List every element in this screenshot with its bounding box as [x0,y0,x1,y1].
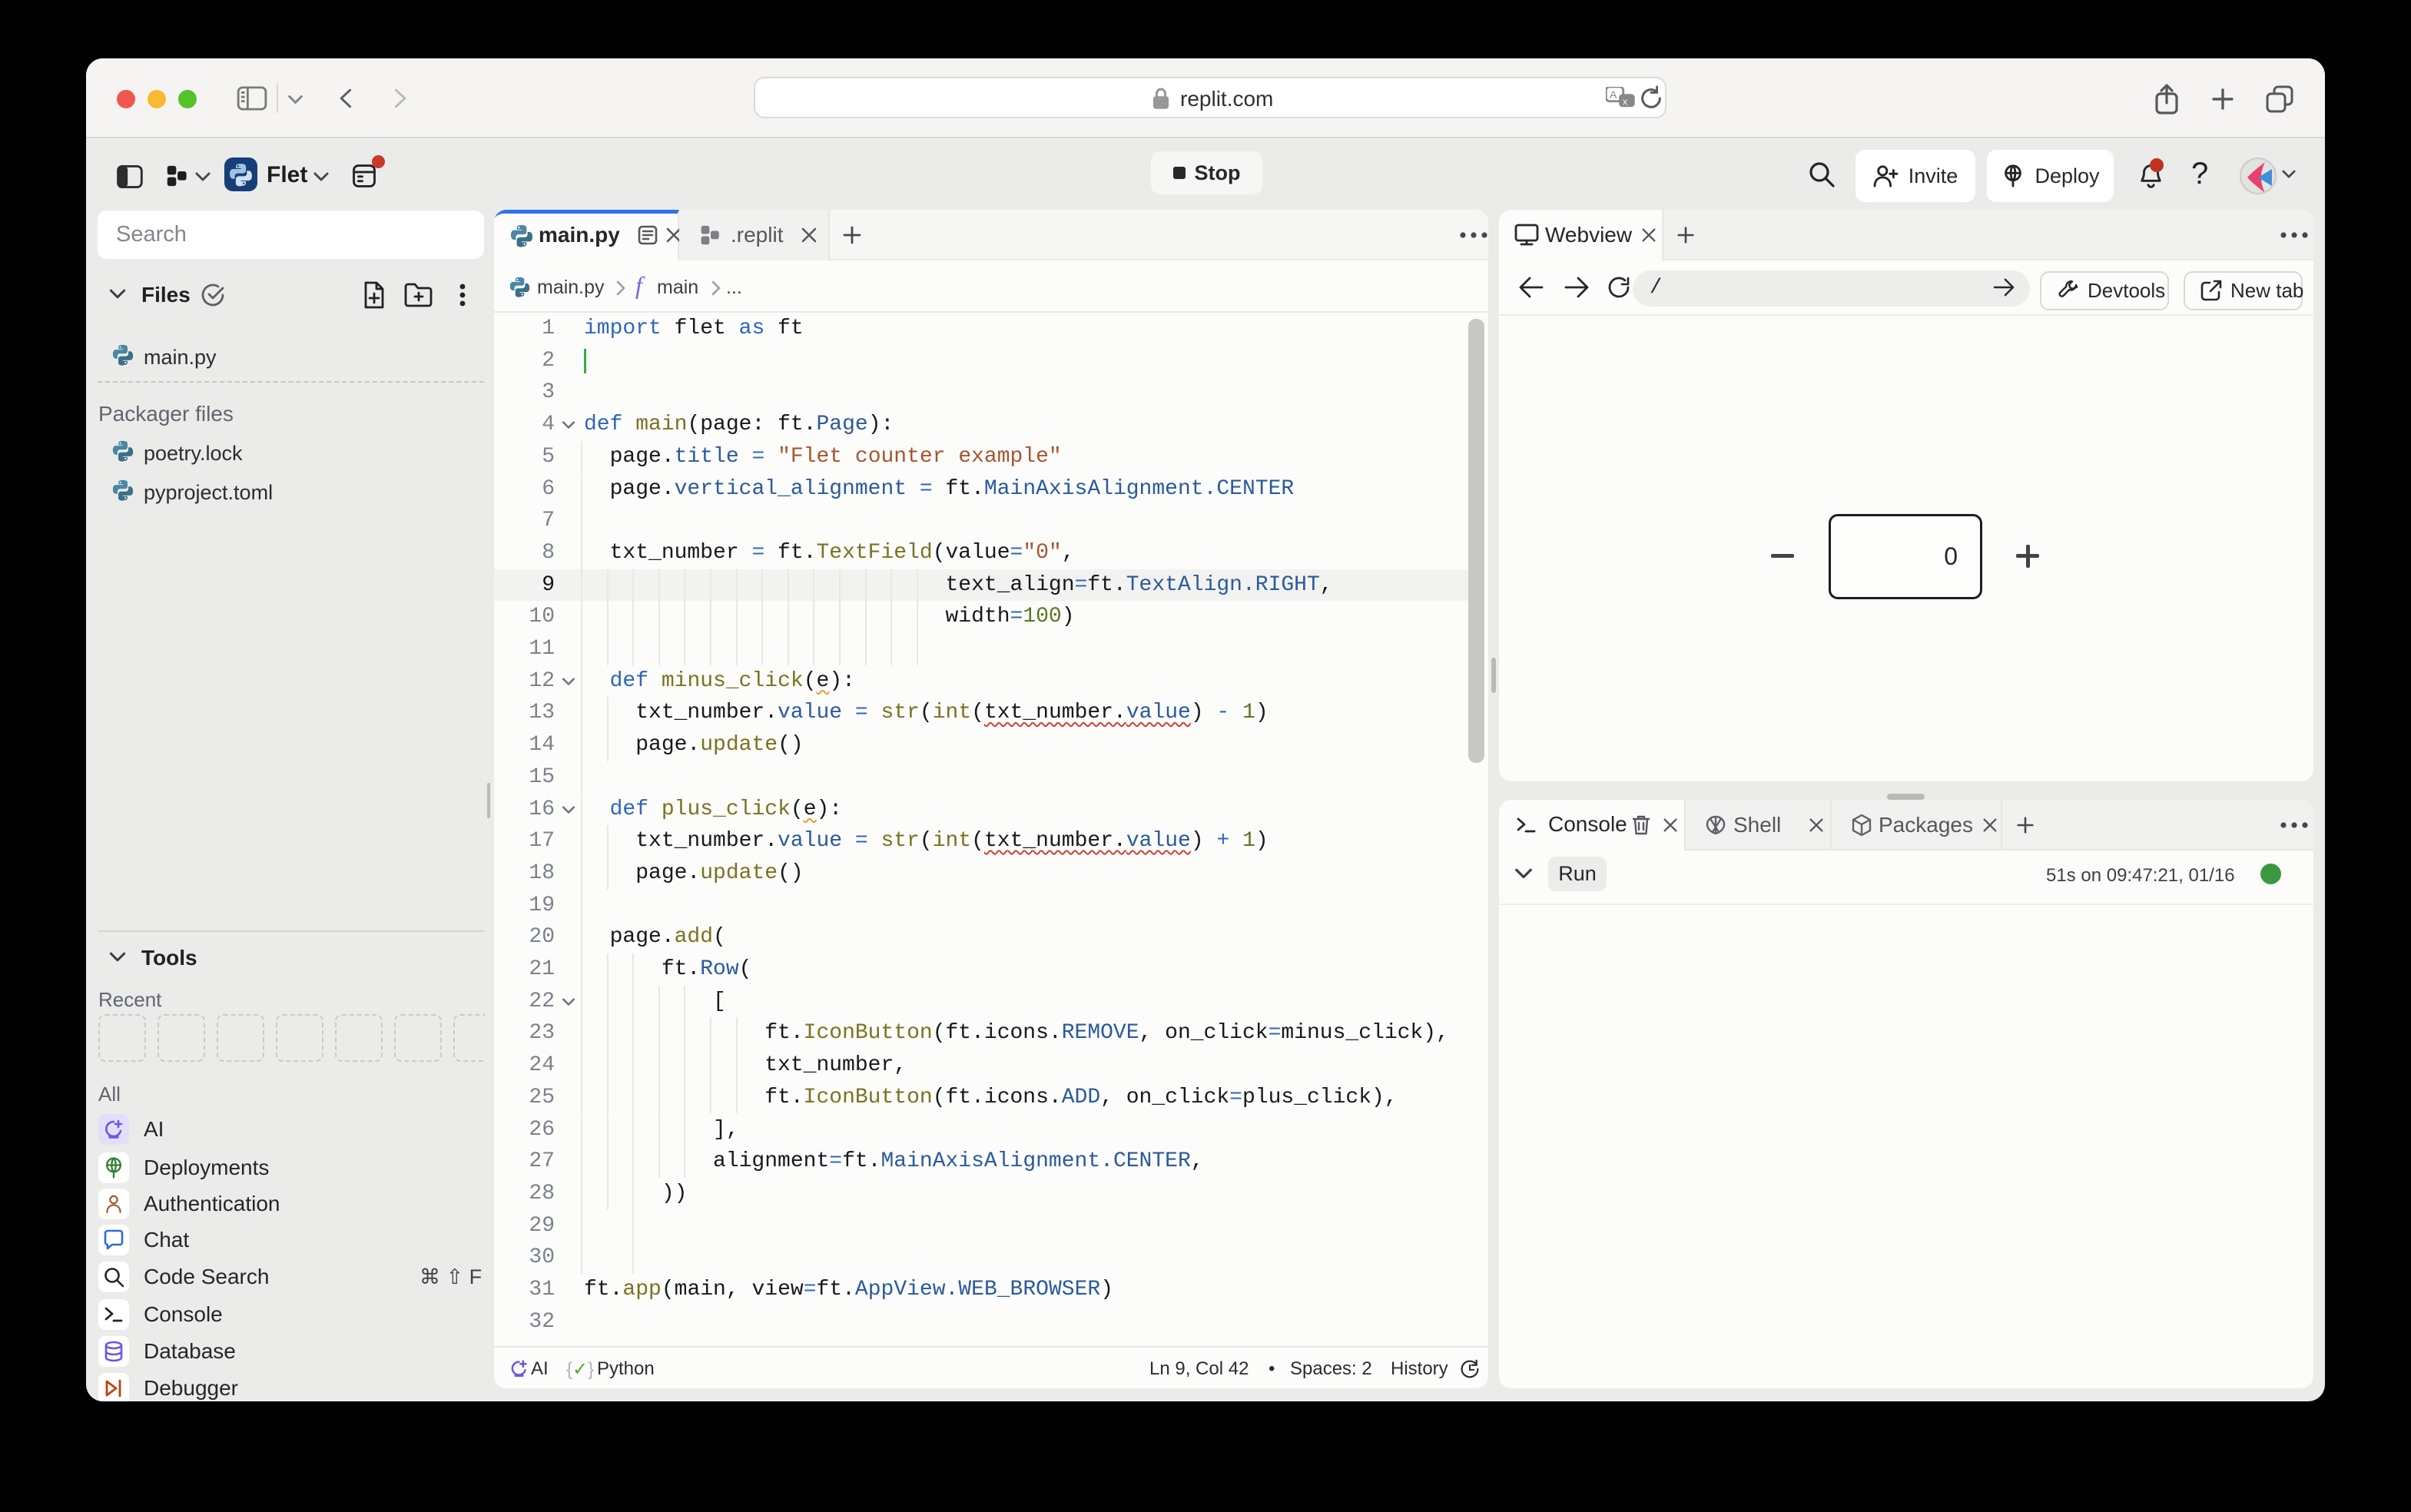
svg-text:x: x [1623,95,1628,107]
svg-text:A: A [1610,88,1617,101]
